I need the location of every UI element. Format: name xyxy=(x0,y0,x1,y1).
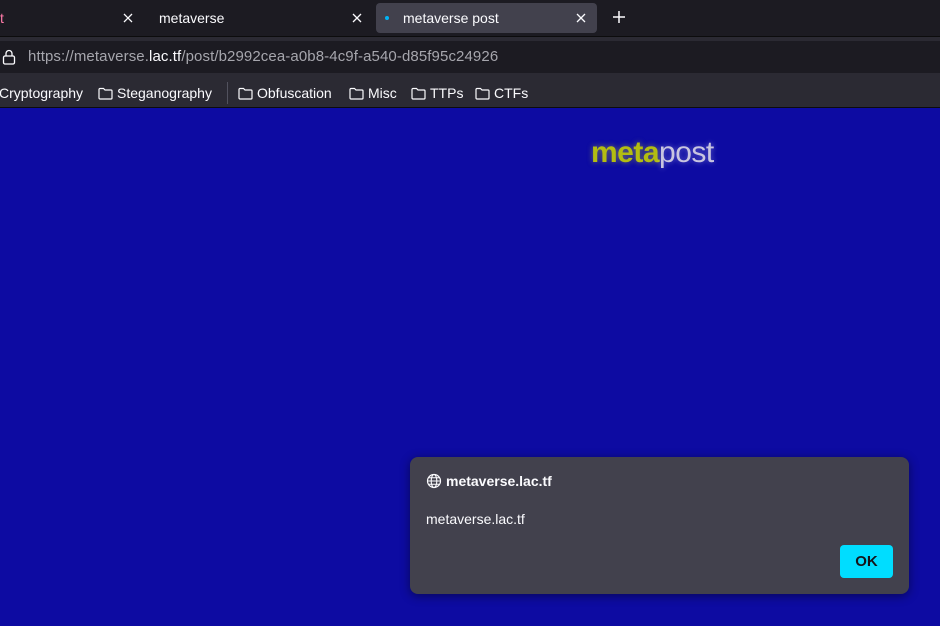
alert-dialog: metaverse.lac.tf metaverse.lac.tf OK xyxy=(410,457,909,594)
folder-icon xyxy=(475,87,490,100)
url-path: /post/b2992cea-a0b8-4c9f-a540-d85f95c249… xyxy=(181,48,499,65)
dialog-header: metaverse.lac.tf xyxy=(426,473,552,489)
lock-icon[interactable] xyxy=(2,49,16,65)
plus-icon[interactable] xyxy=(609,7,629,27)
bookmark-label: Obfuscation xyxy=(257,85,332,101)
folder-icon xyxy=(238,87,253,100)
ok-button[interactable]: OK xyxy=(840,545,893,578)
url-prefix: https://metaverse. xyxy=(28,48,150,65)
tab-title: metaverse post xyxy=(403,10,499,26)
globe-icon xyxy=(426,473,442,489)
url-bar[interactable]: https://metaverse.lac.tf/post/b2992cea-a… xyxy=(0,41,940,73)
bookmark-misc[interactable]: Misc xyxy=(349,84,397,102)
folder-icon xyxy=(411,87,426,100)
dialog-message: metaverse.lac.tf xyxy=(426,511,525,527)
bookmarks-bar: Cryptography Steganography Obfuscation M… xyxy=(0,78,940,108)
bookmark-label: Cryptography xyxy=(0,85,84,101)
tab-1[interactable]: t xyxy=(0,3,144,33)
bookmark-steganography[interactable]: Steganography xyxy=(98,84,212,102)
nav-bar: https://metaverse.lac.tf/post/b2992cea-a… xyxy=(0,36,940,78)
close-icon[interactable] xyxy=(573,10,589,26)
tab-strip: t metaverse metaverse post xyxy=(0,0,940,36)
close-icon[interactable] xyxy=(349,10,365,26)
bookmark-cryptography[interactable]: Cryptography xyxy=(0,84,83,102)
bookmark-label: Steganography xyxy=(117,85,212,101)
site-logo: metapost xyxy=(591,136,714,170)
folder-icon xyxy=(349,87,364,100)
tab-title: metaverse xyxy=(159,10,225,26)
bookmark-ctfs[interactable]: CTFs xyxy=(475,84,528,102)
dialog-origin: metaverse.lac.tf xyxy=(446,473,552,489)
bookmark-obfuscation[interactable]: Obfuscation xyxy=(238,84,332,102)
bookmark-label: Misc xyxy=(368,85,397,101)
logo-meta: meta xyxy=(591,136,660,169)
bookmark-ttps[interactable]: TTPs xyxy=(411,84,463,102)
tab-3-active[interactable]: metaverse post xyxy=(376,3,597,33)
folder-icon xyxy=(98,87,113,100)
tab-loading-indicator xyxy=(385,16,389,20)
bookmark-label: CTFs xyxy=(494,85,529,101)
url-text[interactable]: https://metaverse.lac.tf/post/b2992cea-a… xyxy=(28,48,498,65)
url-domain: lac.tf xyxy=(149,48,182,65)
logo-post: post xyxy=(659,136,714,169)
bookmark-separator xyxy=(227,82,228,104)
bookmark-label: TTPs xyxy=(430,85,464,101)
tab-title: t xyxy=(0,10,4,26)
close-icon[interactable] xyxy=(120,10,136,26)
tab-2[interactable]: metaverse xyxy=(147,3,373,33)
